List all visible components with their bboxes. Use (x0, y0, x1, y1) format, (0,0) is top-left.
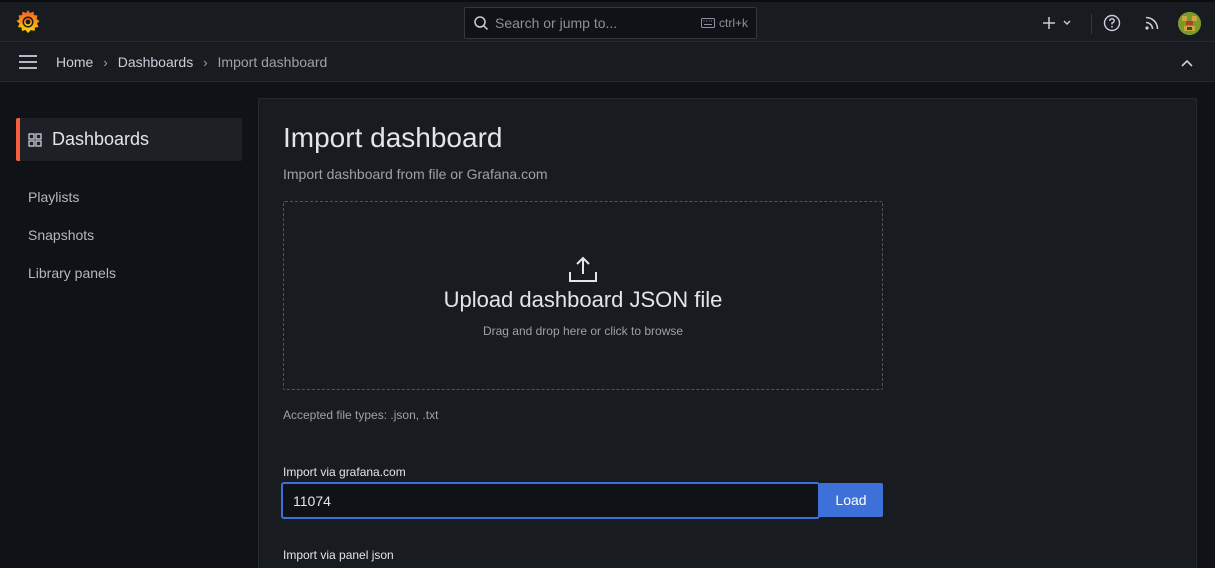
chevron-right-icon: › (103, 54, 108, 70)
nav-active-label: Dashboards (52, 129, 150, 149)
breadcrumb-current: Import dashboard (217, 54, 328, 70)
help-icon[interactable] (1103, 14, 1121, 32)
page-subtitle: Import dashboard from file or Grafana.co… (283, 166, 548, 182)
panel-json-label: Import via panel json (283, 548, 394, 562)
nav-item-dashboards[interactable]: Dashboards (16, 118, 242, 161)
breadcrumb: Home › Dashboards › Import dashboard (56, 54, 327, 70)
page-title: Import dashboard (283, 122, 503, 153)
accepted-file-types: Accepted file types: .json, .txt (283, 408, 439, 422)
shortcut-hint: ctrl+k (700, 16, 748, 30)
new-menu-button[interactable] (1042, 12, 1078, 34)
avatar-icon (1178, 12, 1201, 35)
grafana-logo-icon[interactable] (15, 9, 41, 35)
shortcut-label: ctrl+k (718, 16, 748, 30)
nav-item-library-panels[interactable]: Library panels (28, 265, 116, 281)
search-bar[interactable]: Search or jump to... ctrl+k (464, 7, 757, 39)
chevron-up-icon[interactable] (1180, 58, 1194, 68)
user-avatar[interactable] (1178, 12, 1201, 35)
section-nav: Dashboards Playlists Snapshots Library p… (0, 82, 258, 568)
nav-item-snapshots[interactable]: Snapshots (28, 227, 94, 243)
plus-icon (1043, 17, 1055, 29)
upload-icon (569, 256, 597, 282)
chevron-down-icon (1063, 20, 1071, 25)
upload-title: Upload dashboard JSON file (443, 287, 723, 312)
grafana-com-label: Import via grafana.com (283, 465, 406, 479)
upload-hint: Drag and drop here or click to browse (482, 324, 684, 338)
top-bar: Search or jump to... ctrl+k (0, 0, 1215, 42)
breadcrumb-dashboards[interactable]: Dashboards (118, 54, 194, 70)
breadcrumb-home[interactable]: Home (56, 54, 93, 70)
upload-dropzone[interactable]: Upload dashboard JSON file Drag and drop… (283, 201, 883, 390)
search-icon (474, 16, 489, 31)
rss-icon[interactable] (1143, 14, 1161, 32)
apps-icon (28, 132, 42, 147)
hamburger-menu-icon[interactable] (18, 54, 38, 70)
nav-item-playlists[interactable]: Playlists (28, 189, 79, 205)
search-placeholder: Search or jump to... (495, 15, 618, 31)
load-button[interactable]: Load (819, 483, 883, 517)
grafana-com-input[interactable] (281, 482, 820, 519)
breadcrumb-bar: Home › Dashboards › Import dashboard (0, 42, 1215, 82)
keyboard-icon (700, 18, 715, 28)
chevron-right-icon: › (203, 54, 208, 70)
divider (1091, 14, 1092, 34)
